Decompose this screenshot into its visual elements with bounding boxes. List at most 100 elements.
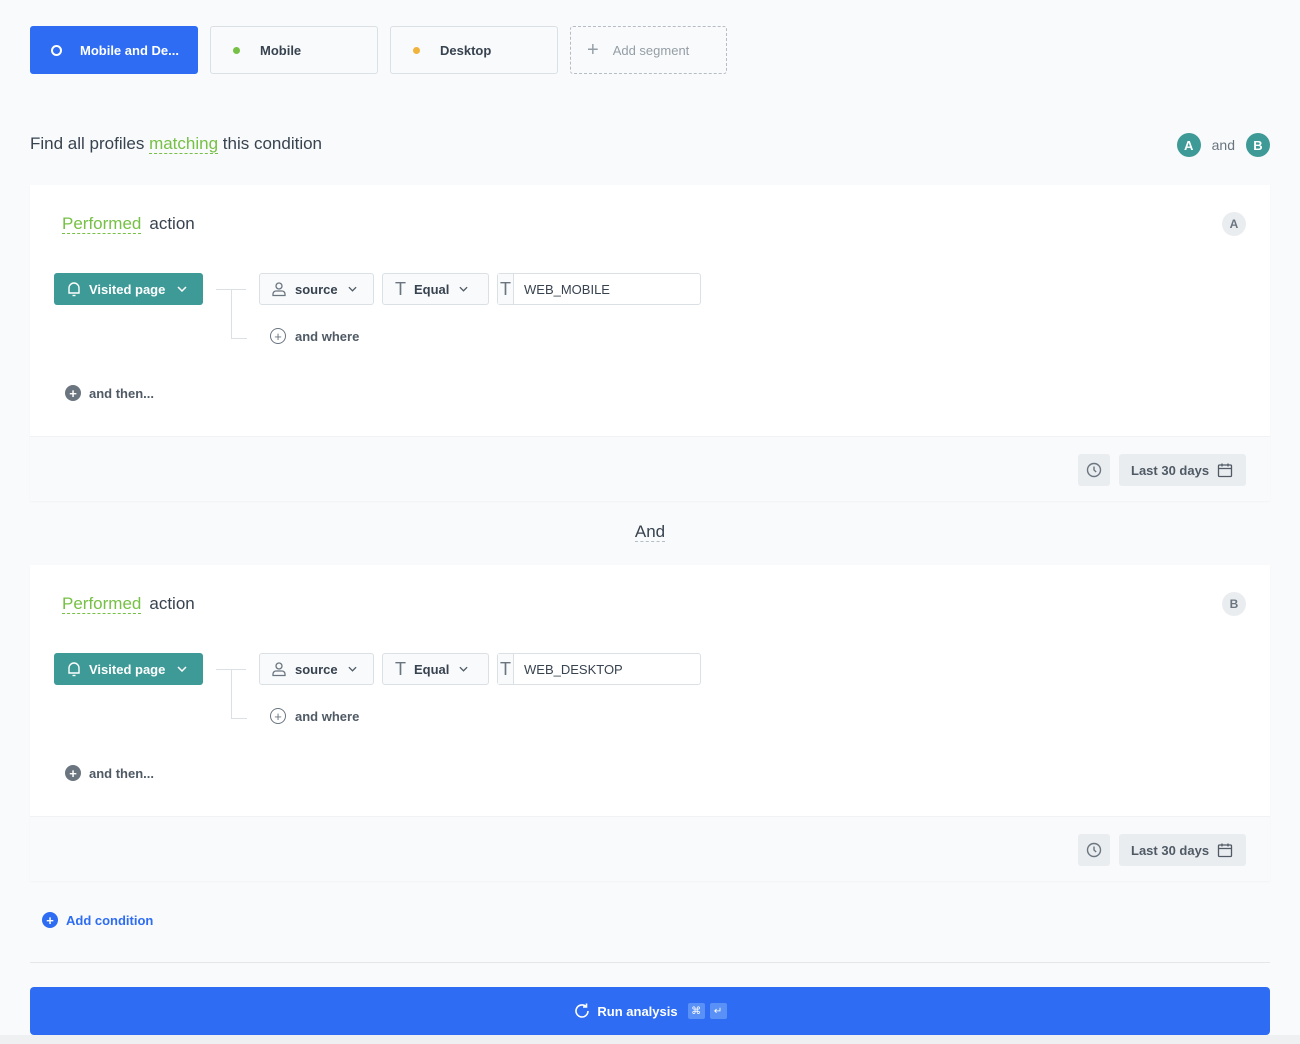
joiner-toggle[interactable]: And [634,522,666,542]
segment-tabs: Mobile and De... Mobile Desktop + Add se… [30,26,727,74]
add-condition-label: Add condition [66,912,154,928]
param-label: source [295,661,338,677]
value-field: T [497,653,701,685]
value-field: T [497,273,701,305]
condition-footer: Last 30 days [30,436,1270,501]
text-type-icon: T [395,659,406,679]
bell-icon [68,282,80,297]
bell-icon [68,662,80,677]
and-where-button[interactable]: + and where [270,328,359,344]
tree-connector [231,669,232,719]
condition-badge-b: B [1246,133,1270,157]
green-dot-icon [233,46,240,54]
text-type-icon: T [498,274,514,304]
add-segment-button[interactable]: + Add segment [570,26,727,74]
segment-label: Mobile [260,42,302,58]
calendar-icon [1217,463,1233,478]
value-input[interactable] [514,654,700,684]
and-then-button[interactable]: + and then... [65,765,154,781]
operator-label: Equal [414,281,450,297]
condition-letter: A [1222,212,1246,236]
chevron-down-icon [348,666,357,672]
and-where-label: and where [295,708,360,724]
user-icon [272,282,286,297]
date-range-label: Last 30 days [1131,462,1210,478]
divider [30,962,1270,963]
plus-circle-filled-icon: + [65,765,81,781]
operator-label: Equal [414,661,450,677]
legend-joiner: and [1211,137,1235,153]
plus-circle-filled-icon: + [65,385,81,401]
bottom-edge [0,1035,1300,1044]
condition-card-a: Performed action A Visited page source T … [30,185,1270,501]
tree-connector [231,289,232,339]
condition-joiner: And [0,522,1300,542]
plus-icon: + [587,39,599,61]
date-range-label: Last 30 days [1131,842,1210,858]
clock-icon [1086,462,1102,478]
condition-letter: B [1222,592,1246,616]
heading-suffix: this condition [222,134,323,153]
chevron-down-icon [177,286,187,292]
chevron-down-icon [348,286,357,292]
text-type-icon: T [498,654,514,684]
event-select[interactable]: Visited page [54,653,203,685]
condition-type-toggle[interactable]: Performed [62,214,142,234]
refresh-icon [575,1003,590,1018]
param-select[interactable]: source [259,273,374,305]
event-label: Visited page [89,661,166,677]
run-analysis-label: Run analysis [597,1003,678,1019]
segment-label: Mobile and De... [80,42,179,58]
condition-footer: Last 30 days [30,816,1270,881]
command-key-icon: ⌘ [687,1003,705,1019]
value-input[interactable] [514,274,700,304]
event-select[interactable]: Visited page [54,273,203,305]
condition-legend: A and B [1176,133,1270,157]
clock-icon [1086,842,1102,858]
tree-connector [231,718,247,719]
heading-prefix: Find all profiles [30,134,145,153]
tree-connector [231,338,247,339]
plus-circle-filled-icon: + [42,912,58,928]
and-then-label: and then... [89,765,154,781]
event-label: Visited page [89,281,166,297]
date-range-button[interactable]: Last 30 days [1119,454,1246,486]
user-icon [272,662,286,677]
param-label: source [295,281,338,297]
orange-dot-icon [413,46,420,54]
chevron-down-icon [459,286,468,292]
segment-tab-mobile[interactable]: Mobile [210,26,378,74]
chevron-down-icon [459,666,468,672]
plus-circle-icon: + [270,328,286,344]
condition-noun: action [149,594,195,613]
condition-title: Performed action [62,594,195,614]
segment-tab-mobile-and-desktop[interactable]: Mobile and De... [30,26,198,74]
match-mode-toggle[interactable]: matching [149,134,219,154]
add-segment-label: Add segment [612,42,690,58]
time-options-button[interactable] [1078,834,1110,866]
and-then-label: and then... [89,385,154,401]
chevron-down-icon [177,666,187,672]
param-select[interactable]: source [259,653,374,685]
date-range-button[interactable]: Last 30 days [1119,834,1246,866]
plus-circle-icon: + [270,708,286,724]
condition-type-toggle[interactable]: Performed [62,594,142,614]
and-then-button[interactable]: + and then... [65,385,154,401]
condition-noun: action [149,214,195,233]
segment-label: Desktop [440,42,492,58]
run-analysis-button[interactable]: Run analysis ⌘ ↵ [30,987,1270,1035]
enter-key-icon: ↵ [709,1003,727,1019]
segment-builder: Mobile and De... Mobile Desktop + Add se… [0,0,1300,1044]
and-where-button[interactable]: + and where [270,708,359,724]
operator-select[interactable]: T Equal [382,653,489,685]
segment-ring-icon [51,44,62,56]
add-condition-button[interactable]: + Add condition [42,912,153,928]
segment-tab-desktop[interactable]: Desktop [390,26,558,74]
operator-select[interactable]: T Equal [382,273,489,305]
condition-badge-a: A [1176,133,1201,157]
condition-title: Performed action [62,214,195,234]
condition-heading: Find all profiles matching this conditio… [30,134,322,154]
calendar-icon [1217,843,1233,858]
time-options-button[interactable] [1078,454,1110,486]
and-where-label: and where [295,328,360,344]
